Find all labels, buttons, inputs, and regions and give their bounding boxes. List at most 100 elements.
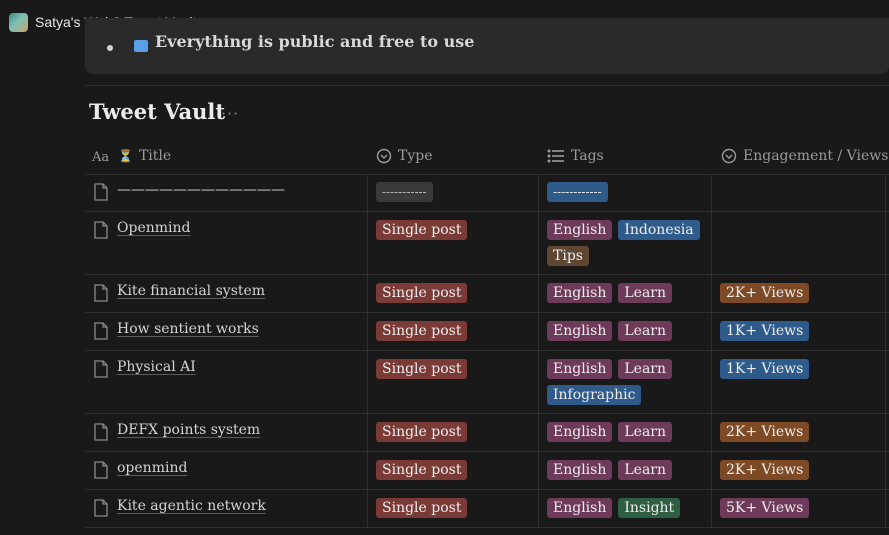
engagement-cell[interactable]: 5K+ Views xyxy=(711,490,889,527)
engagement-cell[interactable] xyxy=(711,212,889,274)
type-cell[interactable]: Single post xyxy=(367,313,539,350)
title-cell[interactable]: DEFX points system xyxy=(85,414,367,451)
type-cell[interactable]: Single post xyxy=(367,275,539,312)
title-cell[interactable]: ———————————— xyxy=(85,174,367,211)
type-cell[interactable]: ----------- xyxy=(367,174,539,211)
column-header-engagement[interactable]: Engagement / Views xyxy=(721,138,888,174)
engagement-cell[interactable]: 2K+ Views xyxy=(711,452,889,489)
column-label-type: Type xyxy=(398,148,433,164)
tag: Learn xyxy=(618,283,672,303)
type-tag: Single post xyxy=(376,220,468,240)
type-tag: Single post xyxy=(376,460,468,480)
tags-cell[interactable]: English Learn Infographic xyxy=(538,351,712,413)
engagement-cell[interactable]: 1K+ Views xyxy=(711,313,889,350)
page-icon xyxy=(94,322,108,340)
row-title[interactable]: ———————————— xyxy=(117,182,285,198)
row-title[interactable]: Kite financial system xyxy=(117,283,265,299)
row-title[interactable]: How sentient works xyxy=(117,321,259,337)
tag: Insight xyxy=(618,498,681,518)
column-header-title[interactable]: Aa ⏳ Title xyxy=(92,138,171,174)
tags-cell[interactable]: ------------ xyxy=(538,174,712,211)
cell-edge xyxy=(885,452,889,489)
tags-cell[interactable]: English Learn xyxy=(538,414,712,451)
app-icon xyxy=(9,13,28,32)
engagement-cell[interactable]: 1K+ Views xyxy=(711,351,889,413)
svg-text:Aa: Aa xyxy=(92,150,109,163)
column-label-tags: Tags xyxy=(571,148,604,164)
table-row[interactable]: Kite financial system Single post Englis… xyxy=(85,275,889,313)
database-title[interactable]: Tweet Vault xyxy=(89,99,225,124)
tag: English xyxy=(547,220,613,240)
tags-cell[interactable]: English Learn xyxy=(538,313,712,350)
column-header-tags[interactable]: Tags xyxy=(547,138,604,174)
tag: Learn xyxy=(618,321,672,341)
select-property-icon xyxy=(721,148,737,164)
engagement-tag: 1K+ Views xyxy=(720,321,810,341)
tag: Learn xyxy=(618,359,672,379)
tag: Tips xyxy=(547,246,589,266)
page-icon xyxy=(94,423,108,441)
table-row[interactable]: DEFX points system Single post English L… xyxy=(85,414,889,452)
engagement-cell[interactable]: 2K+ Views xyxy=(711,414,889,451)
row-title[interactable]: Physical AI xyxy=(117,359,196,375)
type-cell[interactable]: Single post xyxy=(367,490,539,527)
column-label-title: Title xyxy=(138,148,172,164)
blue-square-icon xyxy=(134,40,148,52)
cell-edge xyxy=(885,275,889,312)
table-row[interactable]: Physical AI Single post English Learn In… xyxy=(85,351,889,414)
engagement-cell[interactable]: 2K+ Views xyxy=(711,275,889,312)
engagement-tag: 1K+ Views xyxy=(720,359,810,379)
title-cell[interactable]: How sentient works xyxy=(85,313,367,350)
type-tag: Single post xyxy=(376,359,468,379)
page-icon xyxy=(94,360,108,378)
row-title[interactable]: openmind xyxy=(117,460,187,476)
tag: English xyxy=(547,498,613,518)
type-cell[interactable]: Single post xyxy=(367,452,539,489)
title-cell[interactable]: Kite financial system xyxy=(85,275,367,312)
column-header-type[interactable]: Type xyxy=(376,138,433,174)
multi-select-property-icon xyxy=(547,149,565,163)
table-row[interactable]: ———————————— ----------- ------------ xyxy=(85,174,889,212)
table-row[interactable]: Openmind Single post English Indonesia T… xyxy=(85,212,889,275)
type-cell[interactable]: Single post xyxy=(367,414,539,451)
page-icon xyxy=(94,183,108,201)
tag: English xyxy=(547,359,613,379)
row-title[interactable]: Kite agentic network xyxy=(117,498,266,514)
bullet-dot xyxy=(107,45,113,51)
table-row[interactable]: openmind Single post English Learn 2K+ V… xyxy=(85,452,889,490)
row-title[interactable]: Openmind xyxy=(117,220,190,236)
callout-text: Everything is public and free to use xyxy=(155,32,475,51)
text-property-icon: Aa xyxy=(92,149,112,163)
type-cell[interactable]: Single post xyxy=(367,351,539,413)
tags-cell[interactable]: English Insight xyxy=(538,490,712,527)
cell-edge xyxy=(885,212,889,274)
table-header: Aa ⏳ Title Type Tags Engagement / Views xyxy=(85,138,889,175)
title-cell[interactable]: Openmind xyxy=(85,212,367,274)
tag: English xyxy=(547,422,613,442)
type-cell[interactable]: Single post xyxy=(367,212,539,274)
column-label-engagement: Engagement / Views xyxy=(743,148,889,164)
tag: Indonesia xyxy=(618,220,700,240)
more-options-icon[interactable]: ··· xyxy=(221,104,239,123)
cell-edge xyxy=(885,351,889,413)
callout-block[interactable]: Everything is public and free to use xyxy=(85,18,889,74)
title-cell[interactable]: Kite agentic network xyxy=(85,490,367,527)
title-cell[interactable]: Physical AI xyxy=(85,351,367,413)
cell-edge xyxy=(885,490,889,527)
tag: Learn xyxy=(618,422,672,442)
tags-cell[interactable]: English Learn xyxy=(538,275,712,312)
type-tag: Single post xyxy=(376,422,468,442)
hourglass-emoji: ⏳ xyxy=(118,149,133,163)
tag: Infographic xyxy=(547,385,642,405)
engagement-cell[interactable] xyxy=(711,174,889,211)
table-row[interactable]: Kite agentic network Single post English… xyxy=(85,490,889,528)
tags-cell[interactable]: English Learn xyxy=(538,452,712,489)
table-row[interactable]: How sentient works Single post English L… xyxy=(85,313,889,351)
engagement-tag: 2K+ Views xyxy=(720,422,810,442)
tag: English xyxy=(547,321,613,341)
tags-cell[interactable]: English Indonesia Tips xyxy=(538,212,712,274)
engagement-tag: 2K+ Views xyxy=(720,283,810,303)
row-title[interactable]: DEFX points system xyxy=(117,422,260,438)
cell-edge xyxy=(885,174,889,211)
title-cell[interactable]: openmind xyxy=(85,452,367,489)
